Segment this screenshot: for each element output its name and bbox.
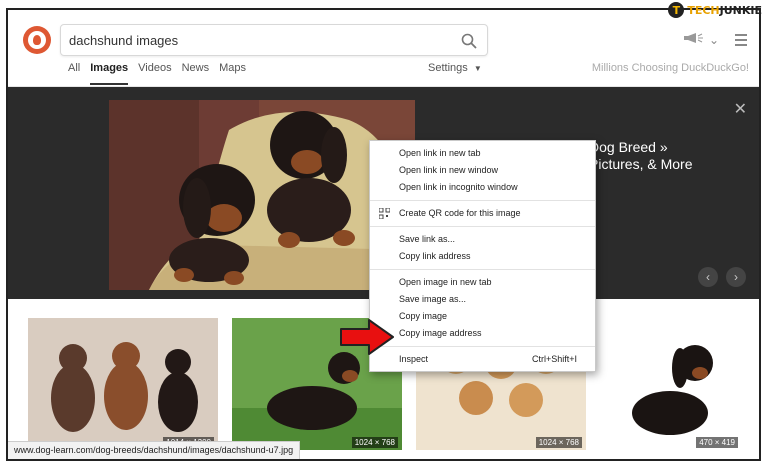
menu-save-link-as[interactable]: Save link as... xyxy=(370,231,595,248)
tab-videos[interactable]: Videos xyxy=(138,62,171,85)
detail-title-line1: Dog Breed » xyxy=(589,139,668,155)
menu-divider xyxy=(370,226,595,227)
caret-down-icon: ▼ xyxy=(473,64,482,73)
duckduckgo-logo[interactable] xyxy=(23,26,51,54)
image-result[interactable]: 470 × 419 xyxy=(600,318,742,450)
close-icon[interactable]: ✕ xyxy=(734,99,747,119)
qr-code-icon xyxy=(379,208,390,219)
browser-frame: dachshund images ⌄ All Images Videos New… xyxy=(6,8,761,461)
menu-copy-image[interactable]: Copy image xyxy=(370,308,595,325)
next-arrow-icon[interactable]: › xyxy=(726,267,746,287)
techjunkie-logo-icon: T xyxy=(668,2,685,18)
tab-maps[interactable]: Maps xyxy=(219,62,246,85)
red-pointer-arrow-icon xyxy=(340,319,394,355)
context-menu: Open link in new tab Open link in new wi… xyxy=(369,140,596,372)
detail-title-line2: Pictures, & More xyxy=(589,156,693,172)
menu-inspect[interactable]: Inspect Ctrl+Shift+I xyxy=(370,351,595,368)
menu-divider xyxy=(370,346,595,347)
tagline[interactable]: Millions Choosing DuckDuckGo! xyxy=(592,62,749,74)
settings-dropdown[interactable]: Settings ▼ xyxy=(428,62,482,74)
menu-open-link-new-window[interactable]: Open link in new window xyxy=(370,162,595,179)
techjunkie-watermark: T TECH JUNKIE xyxy=(668,2,762,18)
tab-news[interactable]: News xyxy=(182,62,210,85)
watermark-text-2: JUNKIE xyxy=(719,3,762,17)
image-result[interactable]: 1014 × 1200 xyxy=(28,318,218,450)
search-input[interactable]: dachshund images xyxy=(69,33,178,48)
menu-create-qr-label: Create QR code for this image xyxy=(399,208,521,218)
menu-icon[interactable] xyxy=(735,33,747,46)
search-bar[interactable]: dachshund images xyxy=(60,24,488,56)
tab-all[interactable]: All xyxy=(68,62,80,85)
image-dimensions: 1024 × 768 xyxy=(535,437,582,448)
menu-inspect-shortcut: Ctrl+Shift+I xyxy=(531,354,577,364)
status-url: www.dog-learn.com/dog-breeds/dachshund/i… xyxy=(8,441,301,459)
search-tabs: All Images Videos News Maps xyxy=(68,62,246,85)
menu-open-image-new-tab[interactable]: Open image in new tab xyxy=(370,274,595,291)
menu-divider xyxy=(370,269,595,270)
settings-label: Settings xyxy=(428,62,468,74)
detail-title[interactable]: Dog Breed » Pictures, & More xyxy=(589,139,692,173)
menu-open-link-incognito[interactable]: Open link in incognito window xyxy=(370,179,595,196)
menu-open-link-new-tab[interactable]: Open link in new tab xyxy=(370,145,595,162)
chevron-down-icon[interactable]: ⌄ xyxy=(709,33,719,47)
menu-inspect-label: Inspect xyxy=(399,354,429,364)
menu-divider xyxy=(370,200,595,201)
menu-save-image-as[interactable]: Save image as... xyxy=(370,291,595,308)
watermark-text-1: TECH xyxy=(687,3,720,17)
megaphone-icon[interactable] xyxy=(683,32,705,47)
search-icon[interactable] xyxy=(461,33,477,49)
image-dimensions: 1024 × 768 xyxy=(351,437,398,448)
prev-arrow-icon[interactable]: ‹ xyxy=(698,267,718,287)
menu-create-qr-code[interactable]: Create QR code for this image xyxy=(370,205,595,222)
tab-images[interactable]: Images xyxy=(90,62,129,85)
menu-copy-image-address[interactable]: Copy image address xyxy=(370,325,595,342)
image-dimensions: 470 × 419 xyxy=(696,437,738,448)
menu-copy-link-address[interactable]: Copy link address xyxy=(370,248,595,265)
